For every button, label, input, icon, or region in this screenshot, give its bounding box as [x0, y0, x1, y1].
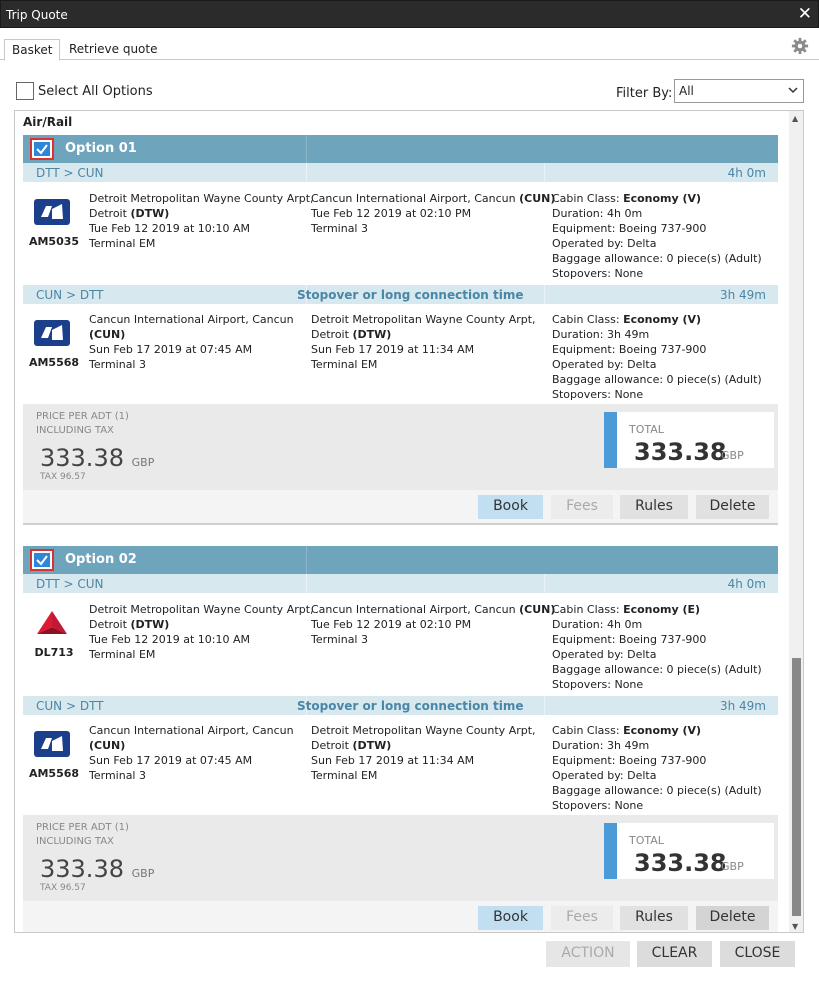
including-tax-label: INCLUDING TAX: [36, 425, 114, 436]
option-actions: Book Fees Rules Delete: [23, 490, 778, 524]
rules-button[interactable]: Rules: [620, 906, 688, 930]
flight-details: Cabin Class: Economy (V) Duration: 4h 0m…: [552, 192, 762, 280]
aeromexico-logo-icon: [34, 320, 70, 346]
flight-details: Cabin Class: Economy (E) Duration: 4h 0m…: [552, 603, 762, 691]
total-label: TOTAL: [629, 834, 664, 847]
including-tax-label: INCLUDING TAX: [36, 836, 114, 847]
delta-logo-icon: [37, 611, 67, 634]
leg-stopover: Stopover or long connection time: [297, 288, 524, 302]
tab-bar: Basket Retrieve quote: [0, 28, 819, 61]
book-button[interactable]: Book: [478, 906, 543, 930]
fees-button[interactable]: Fees: [551, 495, 613, 519]
vertical-scrollbar[interactable]: ▲ ▼: [789, 111, 803, 932]
price-per-label: PRICE PER ADT (1): [36, 822, 129, 833]
aeromexico-logo-icon: [34, 199, 70, 225]
option-actions: Book Fees Rules Delete: [23, 901, 778, 932]
tab-basket[interactable]: Basket: [4, 39, 61, 61]
filter-label: Filter By:: [616, 86, 673, 101]
tax-value: TAX 96.57: [40, 472, 86, 482]
price-value: 333.38 GBP: [40, 444, 155, 472]
close-button[interactable]: CLOSE: [720, 941, 795, 967]
option-card: Option 01 DTT > CUN 4h 0m AM5035 Detroit…: [23, 135, 778, 525]
price-per-label: PRICE PER ADT (1): [36, 411, 129, 422]
leg-route: CUN > DTT: [36, 288, 104, 302]
scroll-up-icon[interactable]: ▲: [792, 114, 798, 123]
aeromexico-logo-icon: [34, 731, 70, 757]
departure-info: Cancun International Airport, Cancun (CU…: [89, 724, 294, 782]
select-all-label: Select All Options: [38, 84, 153, 99]
option-title: Option 02: [65, 552, 137, 567]
filter-value: All: [679, 84, 694, 98]
chevron-down-icon: [788, 87, 798, 94]
clear-button[interactable]: CLEAR: [637, 941, 712, 967]
total-value: 333.38: [634, 849, 727, 877]
tab-retrieve-quote[interactable]: Retrieve quote: [62, 39, 165, 61]
option-checkbox[interactable]: [30, 549, 54, 571]
scrollbar-thumb[interactable]: [792, 658, 801, 916]
tax-value: TAX 96.57: [40, 883, 86, 893]
arrival-info: Detroit Metropolitan Wayne County Arpt, …: [311, 313, 536, 371]
option-title: Option 01: [65, 141, 137, 156]
leg-duration: 3h 49m: [719, 699, 766, 713]
window-title: Trip Quote: [6, 8, 68, 22]
leg-route: CUN > DTT: [36, 699, 104, 713]
total-box: TOTAL 333.38 GBP: [604, 412, 774, 468]
flight-number: DL713: [34, 646, 74, 659]
flight-number: AM5035: [28, 235, 80, 248]
filter-select[interactable]: All: [674, 79, 804, 103]
flight-details: Cabin Class: Economy (V) Duration: 3h 49…: [552, 313, 762, 401]
arrival-info: Cancun International Airport, Cancun (CU…: [311, 192, 556, 235]
flight-number: AM5568: [28, 356, 80, 369]
delete-button[interactable]: Delete: [696, 495, 769, 519]
total-currency: GBP: [721, 449, 744, 462]
checkmark-icon: [34, 553, 50, 567]
fees-button[interactable]: Fees: [551, 906, 613, 930]
total-box: TOTAL 333.38 GBP: [604, 823, 774, 879]
total-currency: GBP: [721, 860, 744, 873]
scroll-down-icon[interactable]: ▼: [792, 922, 798, 931]
leg-duration: 3h 49m: [719, 288, 766, 302]
title-bar: Trip Quote ✕: [0, 0, 819, 28]
leg-bar: DTT > CUN 4h 0m: [23, 163, 778, 182]
leg-bar: CUN > DTT Stopover or long connection ti…: [23, 696, 778, 715]
option-header: Option 02: [23, 546, 778, 574]
leg-route: DTT > CUN: [36, 166, 104, 180]
flight-details: Cabin Class: Economy (V) Duration: 3h 49…: [552, 724, 762, 812]
total-label: TOTAL: [629, 423, 664, 436]
total-value: 333.38: [634, 438, 727, 466]
departure-info: Detroit Metropolitan Wayne County Arpt, …: [89, 603, 314, 661]
rules-button[interactable]: Rules: [620, 495, 688, 519]
option-checkbox[interactable]: [30, 138, 54, 160]
option-header: Option 01: [23, 135, 778, 163]
gear-icon[interactable]: [791, 37, 809, 55]
departure-info: Detroit Metropolitan Wayne County Arpt, …: [89, 192, 314, 250]
arrival-info: Cancun International Airport, Cancun (CU…: [311, 603, 556, 646]
options-list[interactable]: Air/Rail Option 01 DTT > CUN 4h 0m AM503…: [14, 110, 804, 933]
action-button[interactable]: ACTION: [546, 941, 630, 967]
option-card: Option 02 DTT > CUN 4h 0m DL713 Detroit …: [23, 546, 778, 932]
checkmark-icon: [34, 142, 50, 156]
select-all-checkbox[interactable]: [16, 82, 34, 100]
book-button[interactable]: Book: [478, 495, 543, 519]
flight-number: AM5568: [28, 767, 80, 780]
leg-duration: 4h 0m: [727, 577, 766, 591]
price-panel: PRICE PER ADT (1) INCLUDING TAX 333.38 G…: [23, 404, 778, 490]
leg-stopover: Stopover or long connection time: [297, 699, 524, 713]
price-value: 333.38 GBP: [40, 855, 155, 883]
leg-bar: DTT > CUN 4h 0m: [23, 574, 778, 593]
leg-duration: 4h 0m: [727, 166, 766, 180]
arrival-info: Detroit Metropolitan Wayne County Arpt, …: [311, 724, 536, 782]
close-window-icon[interactable]: ✕: [798, 4, 812, 24]
price-panel: PRICE PER ADT (1) INCLUDING TAX 333.38 G…: [23, 815, 778, 901]
section-title: Air/Rail: [23, 115, 73, 129]
departure-info: Cancun International Airport, Cancun (CU…: [89, 313, 294, 371]
delete-button[interactable]: Delete: [696, 906, 769, 930]
leg-bar: CUN > DTT Stopover or long connection ti…: [23, 285, 778, 304]
leg-route: DTT > CUN: [36, 577, 104, 591]
